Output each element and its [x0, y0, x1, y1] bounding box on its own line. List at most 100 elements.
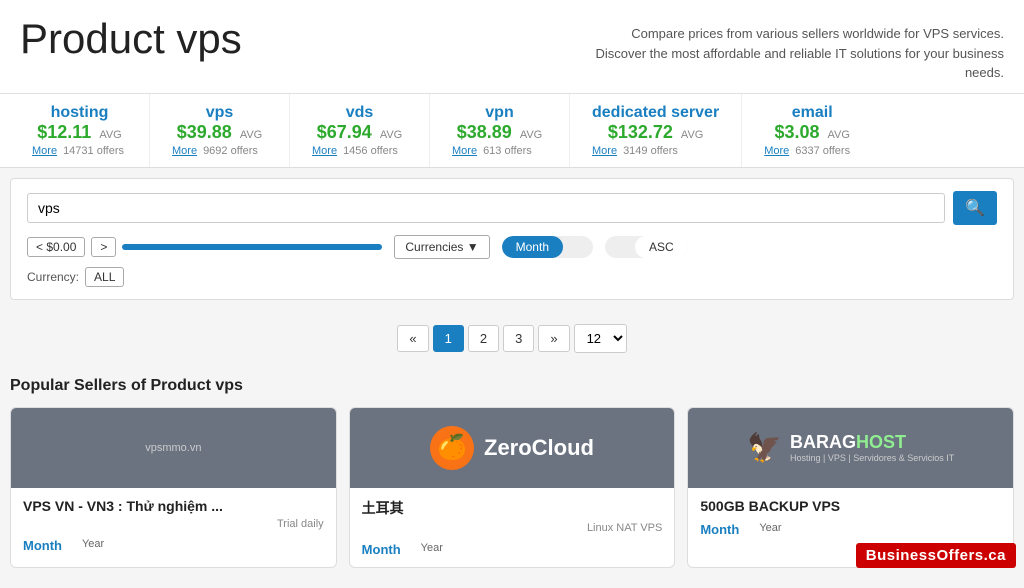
search-input[interactable] — [27, 193, 945, 223]
search-button[interactable]: 🔍 — [953, 191, 997, 225]
pricing-year-vpsmmo: Year — [82, 538, 104, 553]
prev-page-button[interactable]: « — [397, 325, 428, 352]
next-page-button[interactable]: » — [538, 325, 569, 352]
seller-name-zerocloud: 土耳其 — [362, 498, 663, 518]
month-label-vpsmmo: Month — [23, 538, 62, 553]
category-bar: hosting $12.11 AVG More 14731 offers vps… — [0, 94, 1024, 168]
seller-info-zerocloud: 土耳其 Linux NAT VPS Month Year — [350, 488, 675, 567]
zerocloud-name: ZeroCloud — [484, 435, 594, 461]
search-row: 🔍 — [27, 191, 997, 225]
pricing-month-baraghost: Month — [700, 522, 739, 537]
category-offers: 14731 offers — [63, 145, 124, 157]
search-area: 🔍 < $0.00 > Currencies ▼ Month ASC Curre… — [10, 178, 1014, 300]
category-offers: 613 offers — [483, 145, 532, 157]
seller-name-vpsmmo: VPS VN - VN3 : Thử nghiệm ... — [23, 498, 324, 514]
category-more[interactable]: More — [452, 145, 477, 157]
seller-card-zerocloud[interactable]: 🍊 ZeroCloud 土耳其 Linux NAT VPS Month Year — [349, 407, 676, 568]
category-offers: 1456 offers — [343, 145, 398, 157]
page-3-button[interactable]: 3 — [503, 325, 534, 352]
category-more[interactable]: More — [312, 145, 337, 157]
pricing-month-zerocloud: Month — [362, 542, 401, 557]
category-name: hosting — [32, 104, 127, 122]
page-1-button[interactable]: 1 — [433, 325, 464, 352]
page-header: Product vps Compare prices from various … — [0, 0, 1024, 94]
period-toggle-group[interactable]: Month — [502, 236, 593, 258]
category-avg: AVG — [828, 129, 850, 141]
currency-value: ALL — [85, 267, 124, 287]
seller-info-baraghost: 500GB BACKUP VPS Month Year — [688, 488, 1013, 547]
seller-logo-baraghost: 🦅 BARAGHOST Hosting | VPS | Servidores &… — [688, 408, 1013, 488]
seller-logo-zerocloud: 🍊 ZeroCloud — [350, 408, 675, 488]
baraghost-name: BARAGHOST — [790, 432, 906, 452]
page-2-button[interactable]: 2 — [468, 325, 499, 352]
seller-subtitle-vpsmmo: Trial daily — [23, 518, 324, 530]
asc-toggle-group[interactable]: ASC — [605, 236, 688, 258]
category-offers: 6337 offers — [795, 145, 850, 157]
category-item-vps[interactable]: vps $39.88 AVG More 9692 offers — [150, 94, 290, 167]
category-offers: 3149 offers — [623, 145, 678, 157]
category-item-vpn[interactable]: vpn $38.89 AVG More 613 offers — [430, 94, 570, 167]
seller-pricing-vpsmmo: Month Year — [23, 538, 324, 553]
price-min-tag: < $0.00 — [27, 237, 85, 257]
currencies-button[interactable]: Currencies ▼ — [394, 235, 489, 259]
category-price: $132.72 — [608, 122, 673, 143]
category-item-hosting[interactable]: hosting $12.11 AVG More 14731 offers — [10, 94, 150, 167]
range-track — [122, 244, 382, 250]
category-name: vpn — [452, 104, 547, 122]
pagination: « 1 2 3 » 12 24 48 — [0, 310, 1024, 367]
category-name: dedicated server — [592, 104, 719, 122]
price-max-tag: > — [91, 237, 116, 257]
pricing-month-vpsmmo: Month — [23, 538, 62, 553]
category-item-email[interactable]: email $3.08 AVG More 6337 offers — [742, 94, 882, 167]
year-label-vpsmmo: Year — [82, 538, 104, 550]
currency-label: Currency: — [27, 270, 79, 284]
category-name: vps — [172, 104, 267, 122]
pricing-year-zerocloud: Year — [421, 542, 443, 557]
month-label-baraghost: Month — [700, 522, 739, 537]
category-avg: AVG — [520, 129, 542, 141]
category-name: vds — [312, 104, 407, 122]
baraghost-logo: 🦅 BARAGHOST Hosting | VPS | Servidores &… — [747, 431, 954, 464]
category-price: $3.08 — [774, 122, 819, 143]
category-more[interactable]: More — [172, 145, 197, 157]
category-price: $12.11 — [37, 122, 91, 143]
year-label-zerocloud: Year — [421, 542, 443, 554]
baraghost-tagline: Hosting | VPS | Servidores & Servicios I… — [790, 453, 954, 463]
seller-card-vpsmmo[interactable]: vpsmmo.vn VPS VN - VN3 : Thử nghiệm ... … — [10, 407, 337, 568]
category-avg: AVG — [681, 129, 703, 141]
price-range: < $0.00 > — [27, 237, 382, 257]
seller-logo-vpsmmo: vpsmmo.vn — [11, 408, 336, 488]
seller-pricing-baraghost: Month Year — [700, 522, 1001, 537]
category-item-vds[interactable]: vds $67.94 AVG More 1456 offers — [290, 94, 430, 167]
seller-name-baraghost: 500GB BACKUP VPS — [700, 498, 1001, 514]
category-more[interactable]: More — [764, 145, 789, 157]
category-avg: AVG — [380, 129, 402, 141]
year-label-baraghost: Year — [759, 522, 781, 534]
popular-section-title: Popular Sellers of Product vps — [10, 377, 1014, 395]
seller-info-vpsmmo: VPS VN - VN3 : Thử nghiệm ... Trial dail… — [11, 488, 336, 563]
zerocloud-icon: 🍊 — [430, 426, 474, 470]
month-label-zerocloud: Month — [362, 542, 401, 557]
category-avg: AVG — [240, 129, 262, 141]
category-avg: AVG — [99, 129, 121, 141]
seller-subtitle-zerocloud: Linux NAT VPS — [362, 522, 663, 534]
zerocloud-logo: 🍊 ZeroCloud — [430, 426, 594, 470]
watermark: BusinessOffers.ca — [856, 543, 1016, 568]
category-name: email — [764, 104, 860, 122]
month-toggle[interactable]: Month — [502, 236, 563, 258]
vpsmmo-logo-text: vpsmmo.vn — [145, 442, 201, 454]
pricing-year-baraghost: Year — [759, 522, 781, 537]
seller-pricing-zerocloud: Month Year — [362, 542, 663, 557]
filter-row: < $0.00 > Currencies ▼ Month ASC — [27, 235, 997, 259]
category-price: $39.88 — [177, 122, 232, 143]
category-more[interactable]: More — [32, 145, 57, 157]
category-item-dedicated-server[interactable]: dedicated server $132.72 AVG More 3149 o… — [570, 94, 742, 167]
header-description: Compare prices from various sellers worl… — [584, 16, 1004, 83]
page-title: Product vps — [20, 16, 242, 62]
category-price: $38.89 — [457, 122, 512, 143]
per-page-dropdown[interactable]: 12 24 48 — [574, 324, 627, 353]
range-slider[interactable] — [122, 240, 382, 254]
asc-button[interactable]: ASC — [635, 236, 688, 258]
category-offers: 9692 offers — [203, 145, 258, 157]
category-more[interactable]: More — [592, 145, 617, 157]
